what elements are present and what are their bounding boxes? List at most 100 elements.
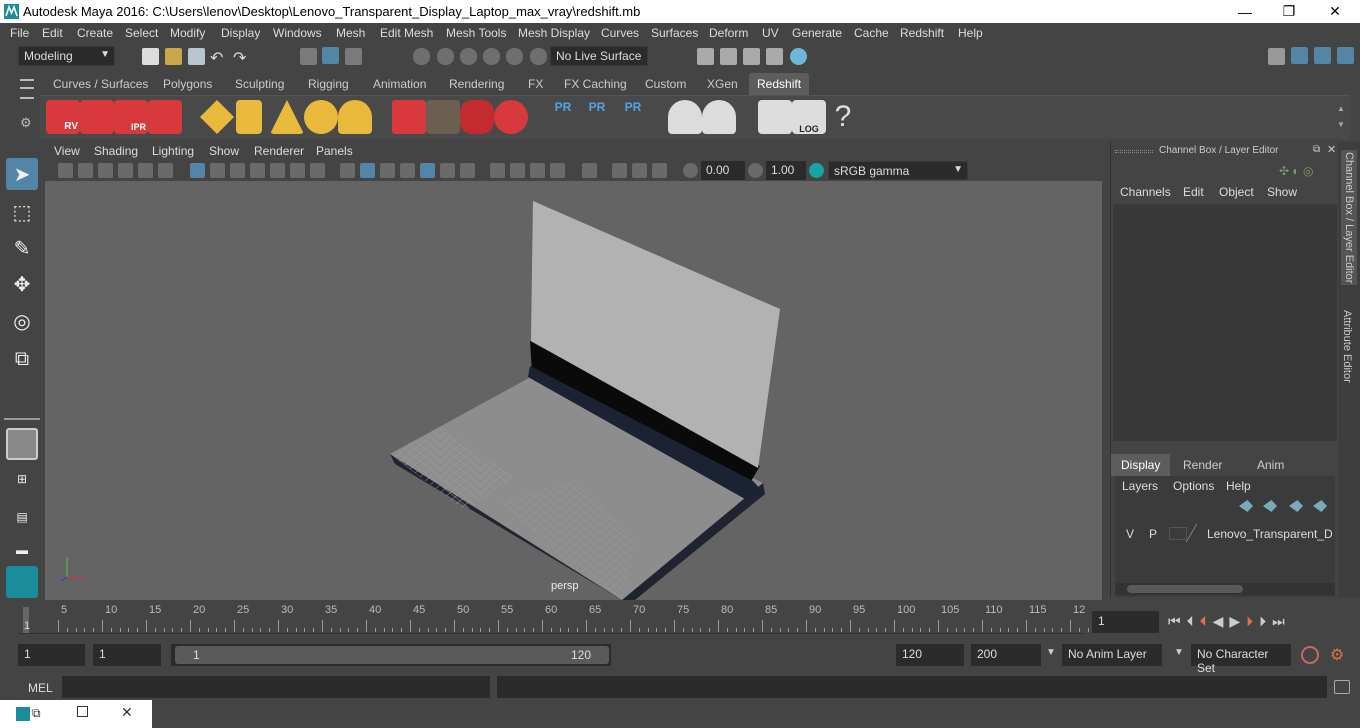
2d-pan-zoom-icon[interactable] [158, 163, 173, 178]
snap-grid-icon[interactable] [413, 48, 430, 65]
film-gate-icon[interactable] [210, 163, 225, 178]
image-plane-icon[interactable] [118, 163, 133, 178]
exposure-field[interactable]: 0.00 [701, 161, 745, 180]
xray-icon[interactable] [612, 163, 627, 178]
play-backwards-icon[interactable]: ◀ [1213, 613, 1224, 630]
step-forward-key-icon[interactable]: ⏵ [1246, 613, 1253, 630]
redo-icon[interactable]: ↷ [233, 48, 250, 67]
rs-bake-set-icon[interactable] [702, 100, 736, 134]
channel-box-toggle-icon[interactable] [1337, 47, 1354, 64]
anim-layer-selector[interactable]: No Anim Layer [1062, 644, 1162, 666]
command-language-label[interactable]: MEL [28, 681, 53, 695]
viewport-menu-shading[interactable]: Shading [94, 144, 138, 158]
bookmark-icon[interactable] [98, 163, 113, 178]
isolate-select-icon[interactable] [582, 163, 597, 178]
menu-mesh-tools[interactable]: Mesh Tools [446, 26, 506, 40]
animation-start-field[interactable]: 1 [18, 644, 85, 666]
side-tab-attribute-editor[interactable]: Attribute Editor [1341, 310, 1353, 383]
side-tab-channel-box[interactable]: Channel Box / Layer Editor [1341, 150, 1357, 286]
step-back-frame-icon[interactable]: ⏴ [1187, 613, 1194, 630]
rs-pr-swap-icon[interactable]: PR [616, 100, 650, 134]
menu-edit[interactable]: Edit [42, 26, 63, 40]
character-set-selector[interactable]: No Character Set [1191, 644, 1291, 675]
camera-attributes-icon[interactable] [78, 163, 93, 178]
rs-dome-light-icon[interactable] [304, 100, 338, 134]
wireframe-on-shaded-icon[interactable] [400, 163, 415, 178]
rs-help-icon[interactable]: ? [826, 100, 860, 134]
maximize-button[interactable]: ❐ [1266, 0, 1312, 23]
layer-tab-anim[interactable]: Anim [1247, 454, 1294, 476]
step-back-key-icon[interactable]: ⏴ [1200, 613, 1207, 630]
render-view-icon[interactable] [766, 48, 783, 65]
shelf-scroll-up-icon[interactable]: ▲ [1337, 104, 1345, 113]
new-layer-icon[interactable] [1239, 500, 1253, 512]
select-object-icon[interactable] [322, 47, 339, 64]
viewport-menu-show[interactable]: Show [209, 144, 239, 158]
minimize-button[interactable]: — [1222, 0, 1268, 23]
snap-surface-icon[interactable] [506, 48, 523, 65]
move-layer-down-icon[interactable] [1313, 500, 1327, 512]
screen-space-ao-icon[interactable] [490, 163, 505, 178]
shelf-scroll-down-icon[interactable]: ▼ [1337, 120, 1345, 129]
minimized-window[interactable]: ⧉ ✕ [0, 700, 152, 728]
select-component-icon[interactable] [345, 48, 362, 65]
tab-fx[interactable]: FX [520, 73, 551, 95]
rs-bake-icon[interactable] [668, 100, 702, 134]
maximize-icon[interactable] [77, 706, 88, 717]
hypershade-icon[interactable] [790, 48, 807, 65]
tab-sculpting[interactable]: Sculpting [227, 73, 292, 95]
layer-tab-render[interactable]: Render [1173, 454, 1232, 476]
undo-icon[interactable]: ↶ [210, 48, 227, 67]
tab-rigging[interactable]: Rigging [300, 73, 357, 95]
resolution-gate-icon[interactable] [230, 163, 245, 178]
camera-select-icon[interactable] [58, 163, 73, 178]
gate-mask-icon[interactable] [250, 163, 265, 178]
menu-cache[interactable]: Cache [854, 26, 889, 40]
tab-curves-surfaces[interactable]: Curves / Surfaces [45, 73, 156, 95]
panel-grip-icon[interactable] [1115, 150, 1153, 153]
snap-view-plane-icon[interactable] [483, 48, 500, 65]
perspective-viewport[interactable]: persp [45, 181, 1102, 600]
open-scene-icon[interactable] [165, 48, 182, 65]
new-scene-icon[interactable] [142, 48, 159, 65]
color-space-selector[interactable]: sRGB gamma ▼ [828, 161, 968, 180]
channels-menu[interactable]: Channels [1120, 185, 1171, 199]
layer-row[interactable]: V P Lenovo_Transparent_Dis [1117, 524, 1333, 544]
rs-render-view-icon[interactable]: RV [46, 100, 80, 134]
shelf-collapse-icon[interactable] [20, 97, 34, 99]
rs-pr-export-icon[interactable]: PR [580, 100, 614, 134]
menu-display[interactable]: Display [221, 26, 260, 40]
close-icon[interactable]: ✕ [121, 704, 133, 721]
move-tool-icon[interactable]: ✥ [6, 268, 38, 300]
layer-visibility-toggle[interactable]: V [1126, 527, 1134, 541]
animation-end-field[interactable]: 200 [971, 644, 1041, 666]
viewport-menu-renderer[interactable]: Renderer [254, 144, 304, 158]
render-settings-icon[interactable] [697, 48, 714, 65]
rotate-tool-icon[interactable]: ◎ [6, 305, 38, 337]
rs-portal-light-icon[interactable] [236, 100, 262, 134]
outliner-layout-icon[interactable]: ▤ [6, 503, 38, 531]
rs-volume-icon[interactable] [426, 100, 460, 134]
viewport-menu-panels[interactable]: Panels [316, 144, 353, 158]
rs-render-settings-icon[interactable] [148, 100, 182, 134]
rs-ipr-icon[interactable]: IPR [114, 100, 148, 134]
textured-icon[interactable] [420, 163, 435, 178]
time-slider[interactable]: 5 10 15 20 25 30 35 40 45 50 55 60 65 70 75 80 85 90 95 100… [18, 604, 1107, 634]
save-scene-icon[interactable] [188, 48, 205, 65]
gear-icon[interactable]: ⚙ [20, 115, 32, 131]
viewport-menu-lighting[interactable]: Lighting [152, 144, 194, 158]
step-forward-frame-icon[interactable]: ⏵ [1259, 613, 1266, 630]
help-menu[interactable]: Help [1226, 479, 1251, 493]
menu-uv[interactable]: UV [762, 26, 779, 40]
range-slider-thumb[interactable] [175, 646, 609, 664]
auto-key-icon[interactable] [1301, 646, 1319, 664]
wireframe-shading-icon[interactable] [340, 163, 355, 178]
rs-log-icon[interactable]: LOG [792, 100, 826, 134]
motion-blur-icon[interactable] [510, 163, 525, 178]
tab-fx-caching[interactable]: FX Caching [556, 73, 635, 95]
xray-active-icon[interactable] [632, 163, 647, 178]
play-forwards-icon[interactable]: ▶ [1229, 613, 1240, 630]
move-layer-up-icon[interactable] [1289, 500, 1303, 512]
menu-windows[interactable]: Windows [273, 26, 322, 40]
show-menu[interactable]: Show [1267, 185, 1297, 199]
